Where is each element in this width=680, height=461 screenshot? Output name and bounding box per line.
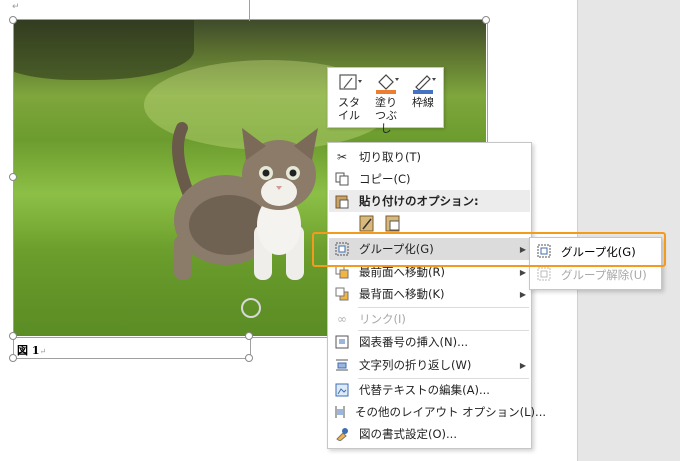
rotate-handle-icon[interactable] [241,298,261,318]
menu-item-label: リンク(I) [359,312,406,326]
pen-outline-icon [410,72,436,94]
resize-handle-top-right[interactable] [482,16,490,24]
outline-label: 枠線 [412,96,434,109]
menu-item-label: 図表番号の挿入(N)... [359,335,469,349]
layout-options-icon [333,404,347,420]
resize-handle-left[interactable] [9,173,17,181]
menu-item-layout-options[interactable]: その他のレイアウト オプション(L)... [329,401,546,423]
menu-item-wrap-text[interactable]: 文字列の折り返し(W) ▶ [329,354,530,376]
resize-handle-bottom[interactable] [245,332,253,340]
menu-item-label: 代替テキストの編集(A)... [359,383,490,397]
outline-button[interactable]: 枠線 [406,72,440,124]
caption-paragraph-mark: ↵ [39,347,47,356]
fill-label: 塗りつぶし [375,96,397,135]
highlight-annotation-box [312,232,666,267]
menu-item-label: 切り取り(T) [359,150,421,164]
fill-button[interactable]: 塗りつぶし [369,72,403,135]
menu-item-label: 文字列の折り返し(W) [359,358,472,372]
figure-caption: 図 1↵ [17,342,46,358]
ungroup-icon [535,267,553,284]
menu-item-label: コピー(C) [359,172,411,186]
shape-style-icon [336,72,362,94]
link-icon: ∞ [337,312,347,326]
menu-item-copy[interactable]: コピー(C) [329,168,530,190]
menu-item-send-to-back[interactable]: 最背面へ移動(K) ▶ [329,283,530,305]
submenu-item-label: グループ解除(U) [561,268,647,282]
format-picture-icon [333,426,351,442]
menu-item-cut[interactable]: ✂ 切り取り(T) [329,146,530,168]
menu-item-paste-options: 貼り付けのオプション: [329,190,530,212]
rotation-line [249,0,250,21]
wrap-text-icon [333,357,351,373]
caption-handle-bottom-left[interactable] [9,354,17,362]
submenu-arrow-icon: ▶ [519,267,527,277]
paint-bucket-icon [373,72,399,94]
caption-frame [13,336,251,359]
submenu-arrow-icon: ▶ [519,360,527,370]
menu-item-label: 貼り付けのオプション: [359,194,479,208]
menu-item-link: ∞ リンク(I) [329,308,530,330]
paste-icon [333,193,351,209]
submenu-item-ungroup: グループ解除(U) [531,264,660,286]
menu-item-insert-caption[interactable]: 図表番号の挿入(N)... [329,331,530,353]
submenu-arrow-icon: ▶ [519,289,527,299]
resize-handle-bottom-left[interactable] [9,332,17,340]
alt-text-icon [333,382,351,398]
caption-handle-bottom[interactable] [245,354,253,362]
context-menu: ✂ 切り取り(T) コピー(C) 貼り付けのオプション: グループ化(G) ▶ … [327,142,546,449]
mini-toolbar: スタイル 塗りつぶし 枠線 [327,67,444,135]
menu-item-label: 図の書式設定(O)... [359,427,457,441]
resize-handle-top-left[interactable] [9,16,17,24]
style-label: スタイル [338,96,360,122]
style-button[interactable]: スタイル [332,72,366,124]
copy-icon [333,171,351,187]
paste-picture-icon[interactable] [383,213,403,233]
caption-text: 図 1 [17,344,40,357]
send-to-back-icon [333,286,351,302]
insert-caption-icon [333,334,351,350]
menu-item-alt-text[interactable]: 代替テキストの編集(A)... [329,379,530,401]
menu-item-label: 最背面へ移動(K) [359,287,445,301]
scissors-icon: ✂ [336,150,348,164]
paste-keep-format-icon[interactable] [357,213,377,233]
menu-item-label: その他のレイアウト オプション(L)... [355,405,547,419]
page-gutter [577,0,680,461]
menu-item-format-picture[interactable]: 図の書式設定(O)... [329,423,530,445]
paragraph-mark: ↵ [12,2,20,12]
